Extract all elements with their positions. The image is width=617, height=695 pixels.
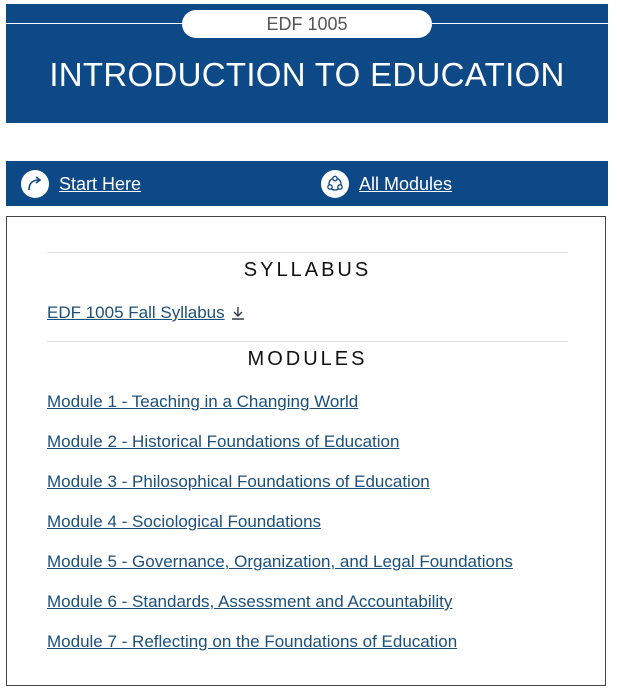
arrow-icon xyxy=(21,170,49,198)
module-link-6[interactable]: Module 6 - Standards, Assessment and Acc… xyxy=(47,592,452,612)
start-here-label: Start Here xyxy=(59,173,142,194)
syllabus-divider xyxy=(47,252,568,253)
modules-heading: MODULES xyxy=(247,348,368,370)
course-code-badge: EDF 1005 xyxy=(182,10,432,38)
all-modules-label: All Modules xyxy=(359,173,453,194)
all-modules-link[interactable]: All Modules xyxy=(321,169,452,199)
module-link-2[interactable]: Module 2 - Historical Foundations of Edu… xyxy=(47,432,399,452)
course-title: INTRODUCTION TO EDUCATION xyxy=(49,56,565,93)
course-nav-bar: Start Here All Modules xyxy=(6,161,608,206)
module-link-5[interactable]: Module 5 - Governance, Organization, and… xyxy=(47,552,513,572)
syllabus-link-label: EDF 1005 Fall Syllabus xyxy=(47,303,225,322)
module-link-4[interactable]: Module 4 - Sociological Foundations xyxy=(47,512,321,532)
download-icon xyxy=(231,305,245,325)
module-link-3[interactable]: Module 3 - Philosophical Foundations of … xyxy=(47,472,430,492)
syllabus-heading: SYLLABUS xyxy=(243,259,372,281)
module-link-1[interactable]: Module 1 - Teaching in a Changing World xyxy=(47,392,358,412)
module-link-7[interactable]: Module 7 - Reflecting on the Foundations… xyxy=(47,632,457,652)
syllabus-link[interactable]: EDF 1005 Fall Syllabus xyxy=(47,303,245,325)
course-banner: EDF 1005 INTRODUCTION TO EDUCATION xyxy=(6,4,608,123)
network-icon xyxy=(321,170,349,198)
start-here-link[interactable]: Start Here xyxy=(21,169,141,199)
modules-divider xyxy=(47,341,568,342)
content-panel: SYLLABUS EDF 1005 Fall Syllabus MODULES … xyxy=(6,216,606,686)
